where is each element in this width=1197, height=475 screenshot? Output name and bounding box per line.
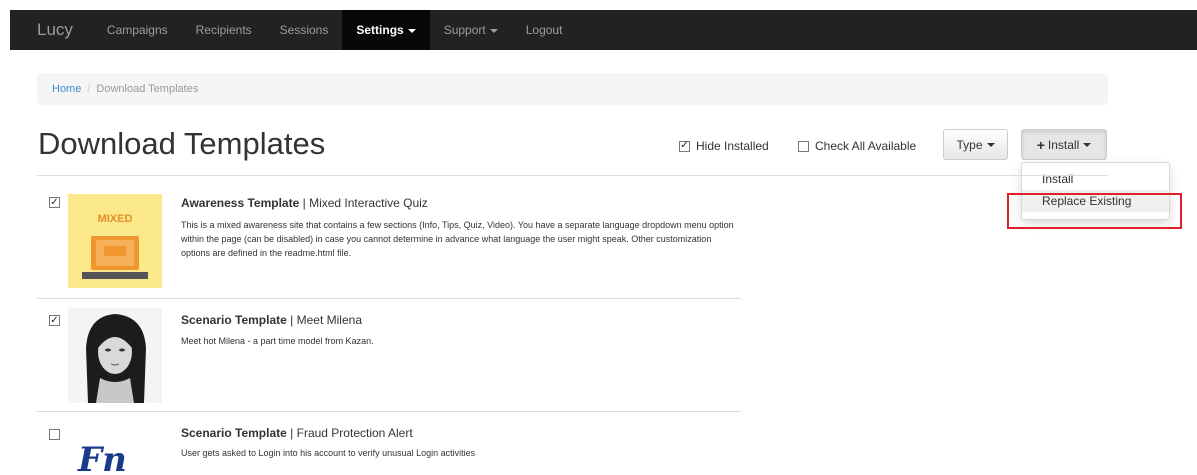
header-divider [37,175,1108,176]
template-title[interactable]: Awareness Template | Mixed Interactive Q… [181,196,428,210]
page-title: Download Templates [38,126,326,161]
nav-support-dropdown[interactable]: Support [430,10,512,50]
caret-down-icon [489,28,498,33]
template-thumbnail-portrait [68,308,162,403]
template-select-checkbox[interactable]: ✓ [49,315,60,326]
row-divider [37,298,741,299]
top-navbar: Lucy Campaigns Recipients Sessions Setti… [10,10,1197,50]
template-type: Scenario Template [181,426,287,440]
plus-icon: + [1036,136,1045,153]
caret-down-icon [986,142,995,147]
title-separator: | [286,313,297,327]
laptop-quiz-icon: MIXED [82,213,148,279]
check-all-label: Check All Available [815,139,917,153]
nav-recipients[interactable]: Recipients [182,10,266,50]
template-description: Meet hot Milena - a part time model from… [181,336,374,346]
thumb-label: MIXED [98,213,133,225]
type-filter-label: Type [956,137,983,152]
nav-campaigns[interactable]: Campaigns [93,10,182,50]
check-all-checkbox[interactable] [798,140,809,152]
breadcrumb-separator: / [87,83,91,95]
template-select-checkbox[interactable]: ✓ [49,197,60,208]
template-title[interactable]: Scenario Template | Fraud Protection Ale… [181,426,413,440]
breadcrumb: Home / Download Templates [37,73,1108,105]
install-dropdown-button[interactable]: + Install [1021,129,1107,160]
hide-installed-toggle[interactable]: ✓ Hide Installed [679,139,769,153]
template-thumbnail-fn-logo: Fn [68,422,162,475]
nav-settings-dropdown[interactable]: Settings [342,10,430,50]
template-description: This is a mixed awareness site that cont… [181,220,734,258]
breadcrumb-current: Download Templates [96,83,199,95]
portrait-photo-icon [68,308,162,403]
fn-logo-icon: Fn [78,440,127,475]
template-thumbnail-mixed: MIXED [68,194,162,288]
template-description: User gets asked to Login into his accoun… [181,448,476,458]
type-filter-button[interactable]: Type [943,129,1008,160]
template-name: Mixed Interactive Quiz [309,196,428,210]
nav-logout[interactable]: Logout [512,10,577,50]
menu-item-install[interactable]: Install [1022,168,1169,190]
row-divider [37,411,741,412]
template-name: Fraud Protection Alert [296,426,413,440]
caret-down-icon [1083,142,1092,147]
check-all-toggle[interactable]: Check All Available [798,139,916,153]
highlight-box [1007,193,1182,229]
install-button-label: Install [1047,137,1080,152]
hide-installed-label: Hide Installed [696,139,769,153]
template-type: Scenario Template [181,313,287,327]
template-name: Meet Milena [296,313,362,327]
nav-sessions[interactable]: Sessions [266,10,343,50]
template-title[interactable]: Scenario Template | Meet Milena [181,313,362,327]
breadcrumb-home-link[interactable]: Home [52,83,81,95]
template-select-checkbox[interactable] [49,429,60,440]
template-type: Awareness Template [181,196,300,210]
title-separator: | [299,196,310,210]
caret-down-icon [407,28,416,33]
hide-installed-checkbox[interactable]: ✓ [679,140,690,152]
title-separator: | [286,426,297,440]
brand-logo[interactable]: Lucy [10,10,93,50]
nav-support-label: Support [443,23,486,37]
nav-settings-label: Settings [356,23,404,37]
